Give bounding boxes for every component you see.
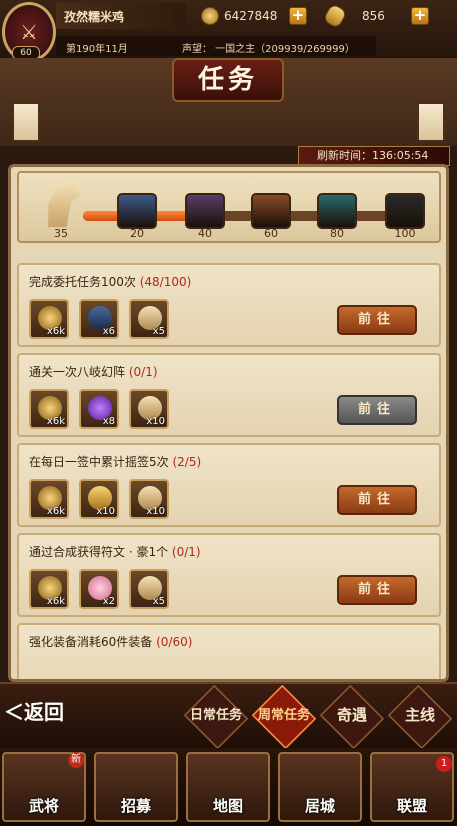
reward-qty: x10 xyxy=(96,506,115,517)
task-row: 通过合成获得符文 · 豪1个 (0/1) x6k x2 x5 前往 xyxy=(17,533,441,617)
task-progress: (0/60) xyxy=(156,635,193,649)
milestone-progress: 35 20 40 60 80 100 xyxy=(17,171,441,243)
reward-item[interactable]: x6k xyxy=(29,389,69,429)
reward-qty: x10 xyxy=(146,506,165,517)
milestone-label: 60 xyxy=(264,227,278,240)
nav-map[interactable]: 地图 xyxy=(186,752,270,822)
horse-points-icon xyxy=(48,181,81,227)
nav-alliance-label: 联盟 xyxy=(396,797,427,815)
back-button[interactable]: ＜返回 xyxy=(4,696,74,732)
reward-qty: x5 xyxy=(152,326,165,337)
task-title: 通过合成获得符文 · 豪1个 (0/1) xyxy=(29,543,201,560)
task-title-text: 通过合成获得符文 · 豪1个 xyxy=(29,545,169,559)
milestone-label: 100 xyxy=(394,227,416,240)
refresh-timer: 刷新时间：136:05:54 xyxy=(298,146,450,166)
task-title: 在每日一签中累计摇签5次 (2/5) xyxy=(29,453,201,470)
reward-item[interactable]: x6k xyxy=(29,299,69,339)
reward-item[interactable]: x6k xyxy=(29,479,69,519)
go-button[interactable]: 前往 xyxy=(337,395,417,425)
add-coins-button[interactable]: + xyxy=(289,7,307,25)
reward-chest-icon[interactable] xyxy=(117,193,157,229)
fame-status: 声望： 一国之主（209939/269999） xyxy=(182,44,355,55)
reward-qty: x8 xyxy=(102,416,115,427)
lantern-right xyxy=(417,102,445,142)
milestone-label: 40 xyxy=(198,227,212,240)
task-progress: (48/100) xyxy=(139,275,192,289)
reward-qty: x6 xyxy=(102,326,115,337)
nav-map-label: 地图 xyxy=(212,797,243,815)
nav-castle-label: 居城 xyxy=(304,797,335,815)
reward-qty: x10 xyxy=(146,416,165,427)
reward-item[interactable]: x5 xyxy=(129,299,169,339)
reward-item[interactable]: x6k xyxy=(29,569,69,609)
task-panel: 35 20 40 60 80 100 完成委托任务100次 (48/100) x6k x6 x… xyxy=(8,164,449,682)
task-progress: (0/1) xyxy=(171,545,201,559)
player-name: 孜然糯米鸡 xyxy=(64,10,125,24)
task-progress: (2/5) xyxy=(172,455,202,469)
go-button[interactable]: 前往 xyxy=(337,485,417,515)
nav-recruit-label: 招募 xyxy=(120,797,151,815)
task-title-text: 通关一次八岐幻阵 xyxy=(29,365,126,379)
milestone-label: 80 xyxy=(330,227,344,240)
task-row: 在每日一签中累计摇签5次 (2/5) x6k x10 x10 前往 xyxy=(17,443,441,527)
reward-qty: x5 xyxy=(152,596,165,607)
task-title: 强化装备消耗60件装备 (0/60) xyxy=(29,633,192,650)
reward-item[interactable]: x10 xyxy=(129,479,169,519)
current-points: 35 xyxy=(54,227,68,240)
reward-item[interactable]: x5 xyxy=(129,569,169,609)
top-bar: ⚔ 60 孜然糯米鸡 6427848 + 856 + 第190年11月 声望： … xyxy=(0,0,457,62)
reward-item[interactable]: x6 xyxy=(79,299,119,339)
go-button[interactable]: 前往 xyxy=(337,305,417,335)
lantern-left xyxy=(12,102,40,142)
reward-item[interactable]: x8 xyxy=(79,389,119,429)
reward-chest-icon[interactable] xyxy=(385,193,425,229)
reward-qty: x6k xyxy=(46,326,65,337)
coin-icon xyxy=(201,7,219,25)
task-title: 通关一次八岐幻阵 (0/1) xyxy=(29,363,158,380)
nav-recruit[interactable]: 招募 xyxy=(94,752,178,822)
tab-weekly[interactable]: 周常任务 xyxy=(254,704,314,723)
tab-daily[interactable]: 日常任务 xyxy=(186,704,246,723)
nav-generals-label: 武将 xyxy=(28,797,59,815)
game-date: 第190年11月 xyxy=(66,44,128,55)
reward-item[interactable]: x2 xyxy=(79,569,119,609)
gold-count: 856 xyxy=(362,9,385,23)
gold-ingot-icon xyxy=(322,2,348,30)
coin-count: 6427848 xyxy=(224,9,278,23)
reward-chest-icon[interactable] xyxy=(251,193,291,229)
reward-qty: x6k xyxy=(46,416,65,427)
task-title-text: 完成委托任务100次 xyxy=(29,275,136,289)
task-title-text: 强化装备消耗60件装备 xyxy=(29,635,153,649)
new-badge: 新 xyxy=(68,752,84,768)
milestone-label: 20 xyxy=(130,227,144,240)
task-row: 完成委托任务100次 (48/100) x6k x6 x5 前往 xyxy=(17,263,441,347)
task-tab-bar: ＜返回 日常任务 周常任务 奇遇 主线 xyxy=(0,682,457,750)
page-title: 任务 xyxy=(172,58,284,102)
task-title: 完成委托任务100次 (48/100) xyxy=(29,273,191,290)
reward-item[interactable]: x10 xyxy=(129,389,169,429)
nav-castle[interactable]: 居城 xyxy=(278,752,362,822)
reward-qty: x6k xyxy=(46,596,65,607)
alliance-badge: 1 xyxy=(436,756,452,772)
task-row: 强化装备消耗60件装备 (0/60) xyxy=(17,623,441,679)
go-button[interactable]: 前往 xyxy=(337,575,417,605)
bottom-nav: 武将 新 招募 地图 居城 联盟 1 xyxy=(0,748,457,826)
back-label: ＜返回 xyxy=(4,700,64,724)
tab-adventure[interactable]: 奇遇 xyxy=(322,704,382,725)
add-gold-button[interactable]: + xyxy=(411,7,429,25)
task-title-text: 在每日一签中累计摇签5次 xyxy=(29,455,169,469)
reward-item[interactable]: x10 xyxy=(79,479,119,519)
reward-qty: x6k xyxy=(46,506,65,517)
reward-qty: x2 xyxy=(102,596,115,607)
tab-main[interactable]: 主线 xyxy=(390,704,450,725)
task-row: 通关一次八岐幻阵 (0/1) x6k x8 x10 前往 xyxy=(17,353,441,437)
reward-chest-icon[interactable] xyxy=(185,193,225,229)
reward-chest-icon[interactable] xyxy=(317,193,357,229)
task-progress: (0/1) xyxy=(128,365,158,379)
